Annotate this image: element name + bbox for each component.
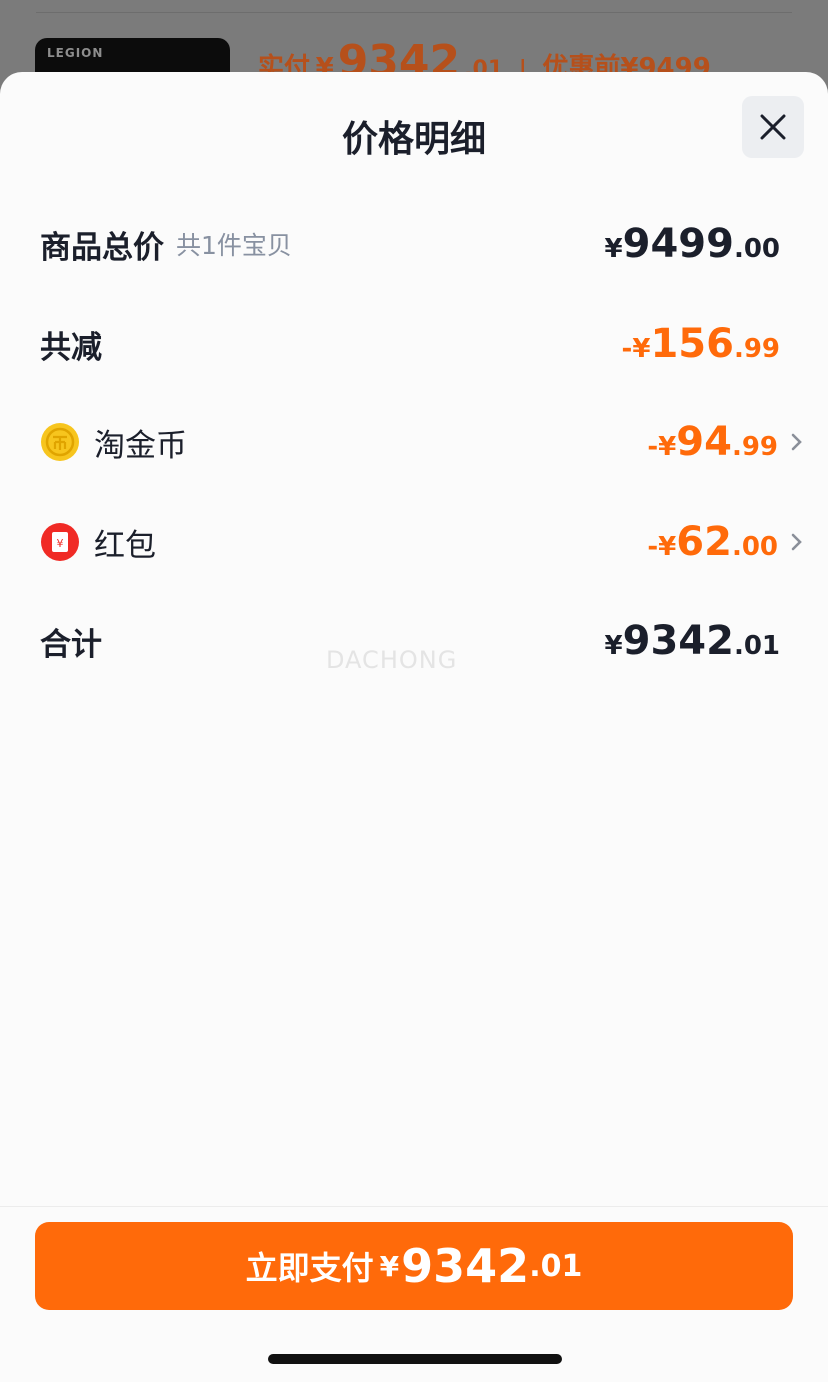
total-discount-amount: -¥156.99 [622,321,780,367]
svg-text:¥: ¥ [57,537,64,550]
chevron-right-icon [791,533,802,551]
close-icon [760,114,786,140]
red-packet-row[interactable]: ¥ 红包 -¥62.00 [40,512,802,572]
amount-int: 9499 [622,221,734,267]
amount-dec: .99 [731,432,778,462]
amount-dec: .01 [733,631,780,661]
footer-divider [0,1206,828,1207]
amount-dec: .00 [733,234,780,264]
pay-button-dec: .01 [529,1248,583,1284]
gold-coin-icon [41,423,79,461]
grand-total-label: 合计 [40,626,102,663]
coins-label: 淘金币 [94,427,187,464]
grand-total-amount: ¥9342.01 [605,618,780,664]
price-detail-sheet: 价格明细 商品总价 共1件宝贝 ¥9499.00 共减 -¥156.99 淘金币… [0,72,828,1382]
amount-dec: .00 [731,532,778,562]
goods-count: 共1件宝贝 [176,231,292,260]
pay-now-button[interactable]: 立即支付 ¥9342.01 [35,1222,793,1310]
product-logo: LEGION [47,46,104,60]
close-button[interactable] [742,96,804,158]
amount-int: 94 [676,419,732,465]
goods-total-label: 商品总价 [40,229,164,266]
amount-int: 9342 [622,618,734,664]
coins-row[interactable]: 淘金币 -¥94.99 [40,412,802,472]
total-discount-row: 共减 -¥156.99 [40,314,780,374]
red-packet-amount: -¥62.00 [647,519,778,565]
amount-int: 156 [650,321,734,367]
chevron-right-icon [791,433,802,451]
currency: ¥ [604,234,623,264]
currency: -¥ [647,432,677,462]
currency: -¥ [647,532,677,562]
pay-button-label: 立即支付 [245,1249,374,1287]
total-discount-label: 共减 [40,329,102,366]
goods-total-amount: ¥9499.00 [605,221,780,267]
home-indicator [268,1354,562,1364]
background-divider [36,12,792,13]
currency: -¥ [621,334,651,364]
red-packet-icon: ¥ [41,523,79,561]
amount-int: 62 [676,519,732,565]
goods-total-row: 商品总价 共1件宝贝 ¥9499.00 [40,214,780,274]
sheet-title: 价格明细 [341,119,486,160]
pay-button-currency: ¥ [379,1249,400,1283]
coins-amount: -¥94.99 [647,419,778,465]
pay-button-int: 9342 [401,1239,530,1293]
red-packet-label: 红包 [94,527,156,564]
watermark: DACHONG [326,646,458,674]
amount-dec: .99 [733,334,780,364]
currency: ¥ [604,631,623,661]
